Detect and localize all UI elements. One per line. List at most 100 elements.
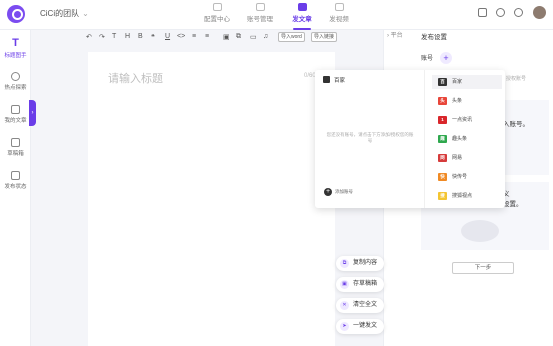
copy-content-button[interactable]: ⧉ 复制内容: [336, 256, 384, 271]
undo-icon[interactable]: ↶: [86, 33, 92, 41]
qutoutiao-icon: 趣: [438, 135, 447, 143]
sidebar-item-hot-topics[interactable]: 热点探索: [0, 72, 31, 91]
add-account-label: 添加账号: [335, 189, 353, 194]
sidebar-item-publish-status[interactable]: 发布状态: [0, 171, 31, 190]
drafts-icon: [11, 138, 20, 147]
yidian-icon: 1: [438, 116, 447, 124]
video-insert-icon[interactable]: ▭: [250, 33, 257, 41]
platform-option-netease[interactable]: 网网易: [432, 151, 502, 165]
save-draft-button[interactable]: ▣ 存草稿箱: [336, 277, 384, 292]
next-step-button[interactable]: 下一步: [452, 262, 514, 274]
platform-label: 百家: [452, 79, 463, 85]
kuaichuan-icon: 快: [438, 173, 447, 181]
sidebar: T 标题图手 热点探索 我的文章 草稿箱 发布状态: [0, 30, 31, 346]
audio-icon[interactable]: ♫: [263, 33, 268, 40]
switch-icon[interactable]: [478, 8, 487, 17]
nav-publish-article[interactable]: 发文章: [281, 3, 323, 30]
sidebar-item-label: 发布状态: [4, 184, 27, 190]
chevron-right-icon: ›: [387, 33, 389, 39]
avatar[interactable]: [533, 6, 546, 19]
platform-option-yidian[interactable]: 1 一点资讯: [432, 113, 502, 127]
authorize-hint: 授权账号: [506, 76, 527, 82]
account-label: 账号: [421, 56, 434, 62]
float-action-label: 存草稿箱: [353, 281, 378, 287]
sidebar-item-label: 我的文章: [4, 118, 27, 124]
nav-config-center[interactable]: 配置中心: [196, 3, 238, 27]
float-action-label: 一键发文: [353, 323, 378, 329]
video-icon: [334, 3, 344, 11]
float-action-label: 清空全文: [353, 302, 378, 308]
sidebar-item-my-articles[interactable]: 我的文章: [0, 105, 31, 124]
step-1-text: 入账号。: [503, 121, 529, 128]
platform-option-baijia[interactable]: 百百家: [432, 75, 502, 89]
publish-all-button[interactable]: ➤ 一键发文: [336, 319, 384, 334]
platform-option-kuaichuan[interactable]: 快快传号: [432, 170, 502, 184]
add-account-link[interactable]: + 添加账号: [324, 188, 353, 196]
platform-label: 趣头条: [452, 136, 468, 142]
bold-icon[interactable]: B: [138, 33, 143, 40]
heading-icon[interactable]: H: [125, 33, 130, 40]
nav-label: 发文章: [292, 16, 312, 23]
platform-tab-label: 平台: [390, 33, 403, 39]
sidebar-collapse-toggle[interactable]: ›: [29, 100, 36, 126]
sidebar-item-drafts[interactable]: 草稿箱: [0, 138, 31, 157]
image-icon[interactable]: ▣: [223, 33, 230, 41]
platform-tab[interactable]: › 平台: [387, 30, 413, 44]
account-icon: [255, 3, 265, 11]
ordered-list-icon[interactable]: ≡: [192, 33, 196, 40]
sidebar-item-label: 标题图手: [4, 53, 27, 59]
code-icon[interactable]: <>: [177, 33, 185, 40]
title-icon: T: [12, 37, 19, 49]
save-icon: ▣: [340, 280, 349, 289]
title-input[interactable]: 请输入标题: [108, 70, 163, 86]
app-logo[interactable]: [7, 5, 25, 23]
send-icon: ➤: [340, 322, 349, 331]
add-account-button[interactable]: +: [440, 52, 452, 64]
platform-label: 网易: [452, 155, 463, 161]
panel-title: 发布设置: [421, 34, 447, 41]
platform-option-toutiao[interactable]: 头头条: [432, 94, 502, 108]
baijia-icon: [323, 76, 330, 83]
sidebar-item-label: 热点探索: [4, 85, 27, 91]
underline-icon[interactable]: U: [165, 33, 170, 40]
step-2-text-b: 设置。: [503, 201, 523, 208]
help-icon[interactable]: [496, 8, 505, 17]
top-bar: CiCi的团队 ⌄ 配置中心 账号管理 发文章 发视频: [0, 0, 553, 30]
account-list: 百家 您还没有账号，请点击下方添加/授权您的账号 + 添加账号: [315, 70, 425, 208]
title-char-count: 0/60: [304, 73, 316, 79]
selected-platform-header: 百家: [323, 76, 345, 84]
text-style-icon[interactable]: T: [112, 33, 116, 40]
selected-platform-label: 百家: [334, 78, 346, 84]
team-name: CiCi的团队: [40, 9, 80, 18]
platform-label: 搜狐视点: [452, 193, 473, 199]
nav-publish-video[interactable]: 发视频: [318, 3, 360, 27]
platform-option-qutoutiao[interactable]: 趣趣头条: [432, 132, 502, 146]
platform-dropdown: 百家 您还没有账号，请点击下方添加/授权您的账号 + 添加账号 百百家 头头条 1…: [315, 70, 505, 208]
platform-label: 快传号: [452, 174, 468, 180]
redo-icon[interactable]: ↷: [99, 33, 105, 41]
bullet-list-icon[interactable]: ≡: [205, 33, 209, 40]
illustration-icon: [461, 220, 499, 242]
toutiao-icon: 头: [438, 97, 447, 105]
clear-all-button[interactable]: ✕ 清空全文: [336, 298, 384, 313]
status-icon: [11, 171, 20, 180]
sohu-icon: 搜: [438, 192, 447, 200]
copy-icon: ⧉: [340, 259, 349, 268]
baijia-icon: 百: [438, 78, 447, 86]
editor-area[interactable]: 请输入标题 0/60: [88, 52, 335, 346]
config-icon: [212, 3, 222, 11]
import-word-button[interactable]: 导入word: [278, 32, 305, 42]
sidebar-item-label: 草稿箱: [7, 151, 24, 157]
plus-icon: +: [324, 188, 332, 196]
platform-label: 一点资讯: [452, 117, 473, 123]
platform-option-sohu[interactable]: 搜搜狐视点: [432, 189, 502, 203]
notification-icon[interactable]: [514, 8, 523, 17]
nav-account-management[interactable]: 账号管理: [239, 3, 281, 27]
quote-icon[interactable]: ❝: [151, 33, 155, 41]
compass-icon: [11, 72, 20, 81]
team-switcher[interactable]: CiCi的团队 ⌄: [40, 8, 89, 19]
import-link-button[interactable]: 导入链接: [311, 32, 337, 42]
sidebar-item-title-helper[interactable]: T 标题图手: [0, 37, 31, 60]
nav-label: 配置中心: [204, 16, 230, 23]
link-icon[interactable]: ⧉: [236, 33, 241, 41]
